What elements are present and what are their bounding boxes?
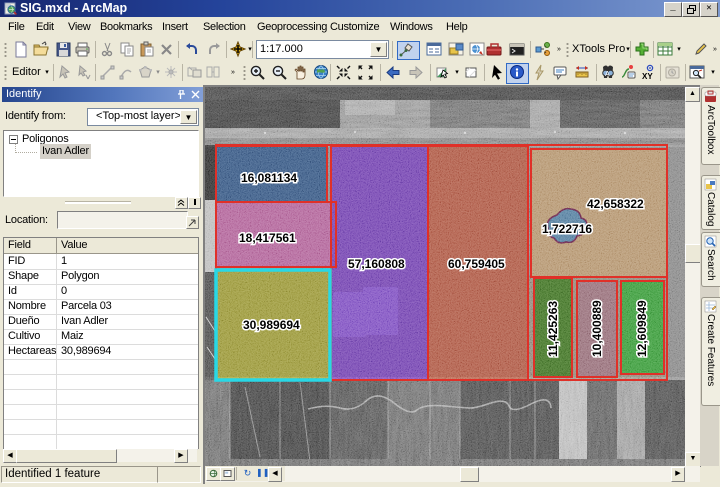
svg-text:XY: XY bbox=[642, 72, 653, 81]
svg-text:57,160808: 57,160808 bbox=[348, 257, 405, 271]
svg-text:11,425263: 11,425263 bbox=[546, 301, 560, 357]
svg-text:12,609849: 12,609849 bbox=[635, 300, 649, 357]
svg-text:A: A bbox=[605, 71, 610, 78]
svg-text:16,081134: 16,081134 bbox=[241, 171, 297, 185]
svg-text:18,417561: 18,417561 bbox=[239, 231, 296, 245]
svg-text:60,759405: 60,759405 bbox=[448, 257, 505, 271]
svg-text:30,989694: 30,989694 bbox=[243, 318, 300, 332]
svg-text:10,400889: 10,400889 bbox=[590, 300, 604, 357]
svg-text:42,658322: 42,658322 bbox=[587, 197, 644, 211]
svg-text:1,722716: 1,722716 bbox=[542, 222, 592, 236]
